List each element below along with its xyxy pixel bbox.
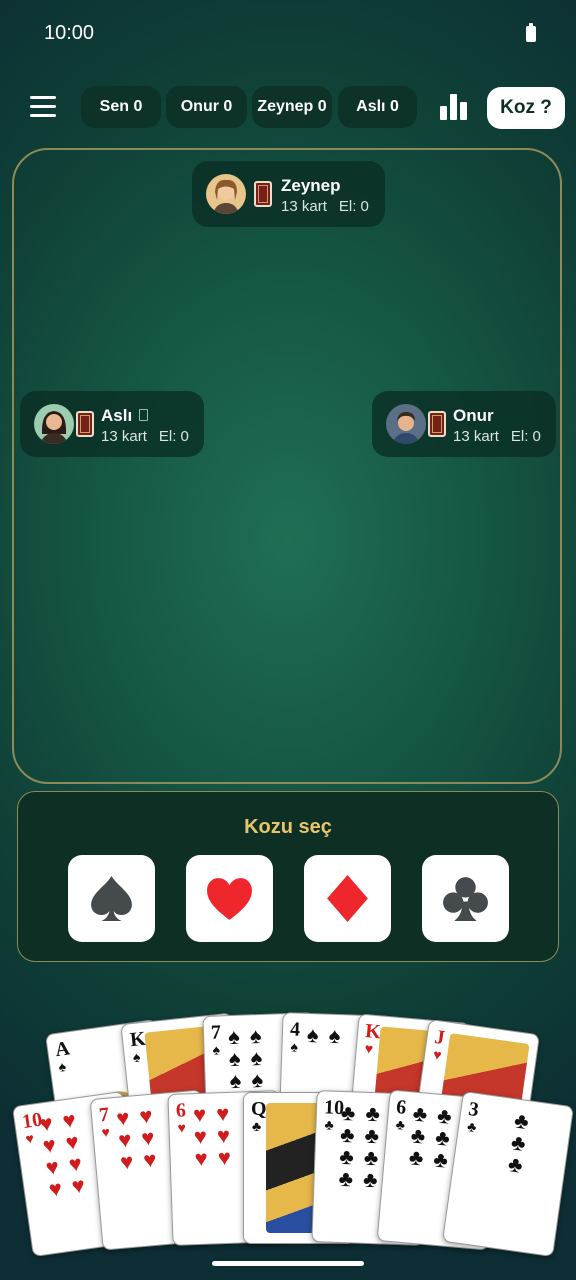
card-count: 13 kart [101,428,147,445]
player-right: Onur 13 kart El: 0 [372,391,556,457]
card-rank: Q [251,1098,267,1120]
home-indicator[interactable] [212,1261,364,1266]
card-suit: ♥ [24,1129,35,1147]
card-rank: J [433,1026,447,1050]
card-rank: 4 [289,1018,301,1041]
score-onur: Onur 0 [166,86,247,128]
card-rank: 6 [395,1096,408,1119]
trump-select-panel: Kozu seç [17,791,559,962]
device-icon [139,409,148,421]
koz-button[interactable]: Koz ? [487,87,565,129]
hand-count: El: 0 [510,428,541,445]
menu-icon[interactable] [30,96,58,118]
card-suit: ♠ [290,1038,299,1055]
stats-icon[interactable] [440,94,468,120]
hand-card[interactable]: 3 ♣ ♣ ♣ ♣ [441,1090,575,1258]
card-back-icon [76,411,94,437]
card-suit: ♣ [466,1117,478,1136]
player-name: Zeynep [281,176,341,195]
card-suit: ♣ [324,1116,334,1133]
card-count: 13 kart [453,428,499,445]
card-suit: ♣ [395,1116,406,1133]
hand-count: El: 0 [338,198,369,215]
top-bar: Sen 0 Onur 0 Zeynep 0 Aslı 0 Koz ? [0,84,576,132]
heart-icon [207,878,252,920]
card-suit: ♠ [132,1048,142,1066]
status-time: 10:00 [44,22,95,44]
spade-button[interactable] [68,855,155,942]
player-top: Zeynep 13 kart El: 0 [192,161,385,227]
player-hand: A ♠ K ♠ 7 ♠ ♠ ♠ ♠ ♠ ♠ ♠ 4 ♠ ♠ ♠ K ♥ J ♥ 10 ♥ ♥ ♥ ♥… [0,1000,576,1260]
card-rank: K [128,1027,147,1052]
card-suit: ♠ [212,1041,221,1058]
game-table [12,148,562,784]
player-name: Aslı [101,406,133,425]
card-rank: 7 [210,1021,222,1044]
hand-count: El: 0 [158,428,189,445]
card-suit: ♣ [252,1118,262,1134]
card-suit: ♥ [364,1040,374,1057]
club-icon [443,877,488,921]
club-button[interactable] [422,855,509,942]
card-back-icon [428,411,446,437]
battery-icon [526,23,536,42]
card-rank: 7 [98,1103,110,1127]
spade-icon [91,876,132,921]
player-info: 13 kart El: 0 [101,428,189,445]
player-left: Aslı 13 kart El: 0 [20,391,204,457]
card-rank: A [53,1037,72,1062]
player-info: 13 kart El: 0 [453,428,541,445]
heart-button[interactable] [186,855,273,942]
card-suit: ♥ [100,1123,111,1141]
card-rank: 6 [175,1099,187,1122]
avatar [206,174,246,214]
score-sen: Sen 0 [81,86,161,128]
player-info: 13 kart El: 0 [281,198,369,215]
score-asli: Aslı 0 [338,86,417,128]
diamond-button[interactable] [304,855,391,942]
card-suit: ♥ [432,1045,443,1063]
avatar [34,404,74,444]
card-suit: ♥ [177,1119,187,1136]
card-suit: ♠ [57,1057,68,1075]
score-zeynep: Zeynep 0 [252,86,332,128]
avatar [386,404,426,444]
card-pips: ♣ ♣ ♣ [506,1107,533,1179]
card-count: 13 kart [281,198,327,215]
status-bar: 10:00 [0,0,576,68]
card-rank: 3 [467,1098,481,1122]
card-back-icon [254,181,272,207]
panel-title: Kozu seç [244,816,332,838]
player-name: Onur [453,406,494,425]
diamond-icon [327,875,368,922]
